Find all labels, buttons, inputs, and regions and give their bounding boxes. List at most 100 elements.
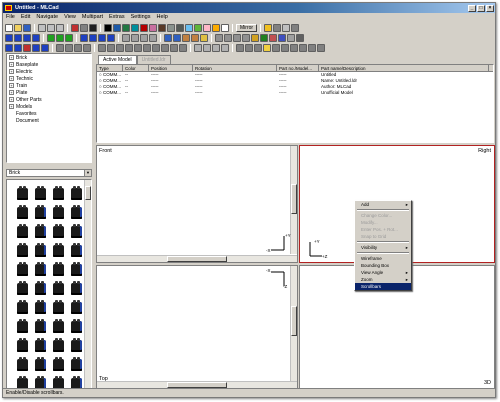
tb1-icon-17[interactable] <box>149 24 157 32</box>
menu-edit[interactable]: Edit <box>21 13 30 22</box>
top-horizontal-scrollbar[interactable] <box>97 381 297 388</box>
tb2-icon-7[interactable] <box>65 34 73 42</box>
tb1-icon-18[interactable] <box>158 24 166 32</box>
tb3-icon-13[interactable] <box>116 44 124 52</box>
tb1-icon-16[interactable] <box>140 24 148 32</box>
tb2-icon-31[interactable] <box>269 34 277 42</box>
part-thumbnail[interactable] <box>35 224 46 238</box>
column-header[interactable]: Color <box>123 65 149 71</box>
menu-navigate[interactable]: Navigate <box>36 13 58 22</box>
tree-item-favorites[interactable]: Favorites <box>9 111 89 118</box>
tb3-icon-28[interactable] <box>245 44 253 52</box>
column-header[interactable]: Part name/Description <box>319 65 489 71</box>
tb2-icon-9[interactable] <box>80 34 88 42</box>
tree-item-technic[interactable]: + Technic <box>9 76 89 83</box>
tb2-icon-32[interactable] <box>278 34 286 42</box>
menu-extras[interactable]: Extras <box>109 13 125 22</box>
tb1-extra-icon-2[interactable] <box>282 24 291 32</box>
part-thumbnail[interactable] <box>53 224 64 238</box>
tb2-icon-0[interactable] <box>5 34 13 42</box>
tb2-icon-23[interactable] <box>200 34 208 42</box>
part-thumbnail[interactable] <box>17 205 28 219</box>
part-thumbnail[interactable] <box>53 186 64 200</box>
tb1-icon-21[interactable] <box>185 24 193 32</box>
tb3-icon-2[interactable] <box>23 44 31 52</box>
tb2-icon-26[interactable] <box>224 34 232 42</box>
part-thumbnail[interactable] <box>53 319 64 333</box>
tb3-icon-35[interactable] <box>308 44 316 52</box>
menu-help[interactable]: Help <box>156 13 167 22</box>
tree-item-document[interactable]: Document <box>9 118 89 125</box>
context-item-zoom[interactable]: Zoom ▸ <box>355 276 411 283</box>
tb3-icon-24[interactable] <box>212 44 220 52</box>
tb3-icon-11[interactable] <box>98 44 106 52</box>
part-thumbnail[interactable] <box>35 281 46 295</box>
tb2-icon-17[interactable] <box>149 34 157 42</box>
tb3-icon-8[interactable] <box>74 44 82 52</box>
tab-active-model[interactable]: Active Model <box>98 55 137 64</box>
part-thumbnail[interactable] <box>71 319 82 333</box>
tb2-icon-34[interactable] <box>296 34 304 42</box>
tb1-icon-25[interactable] <box>221 24 229 32</box>
tb2-icon-25[interactable] <box>215 34 223 42</box>
column-header[interactable]: Rotation <box>193 65 277 71</box>
context-item-bounding-box[interactable]: Bounding Box <box>355 262 411 269</box>
tab-untitled-ldr[interactable]: Untitled.ldr <box>136 55 171 64</box>
part-thumbnail[interactable] <box>17 243 28 257</box>
part-thumbnail[interactable] <box>17 300 28 314</box>
tb3-icon-7[interactable] <box>65 44 73 52</box>
tb2-icon-15[interactable] <box>131 34 139 42</box>
viewport-front[interactable]: Front +Y -X <box>96 145 298 263</box>
scrollbar-thumb[interactable] <box>291 306 297 336</box>
expand-icon[interactable]: + <box>9 76 14 82</box>
tb2-icon-14[interactable] <box>122 34 130 42</box>
tb2-icon-30[interactable] <box>260 34 268 42</box>
expand-icon[interactable]: + <box>9 55 14 61</box>
part-thumbnail[interactable] <box>71 205 82 219</box>
tb1-icon-13[interactable] <box>113 24 121 32</box>
part-thumbnail[interactable] <box>35 357 46 371</box>
part-thumbnail[interactable] <box>71 224 82 238</box>
part-thumbnail[interactable] <box>17 262 28 276</box>
context-item-wireframe[interactable]: Wireframe <box>355 255 411 262</box>
column-header[interactable]: Type <box>97 65 123 71</box>
tb3-icon-19[interactable] <box>170 44 178 52</box>
tb1-icon-8[interactable] <box>71 24 79 32</box>
tb3-icon-34[interactable] <box>299 44 307 52</box>
part-thumbnail[interactable] <box>35 262 46 276</box>
menu-settings[interactable]: Settings <box>131 13 151 22</box>
tb3-icon-30[interactable] <box>263 44 271 52</box>
context-item-visibility[interactable]: Visibility ▸ <box>355 244 411 251</box>
tb3-icon-31[interactable] <box>272 44 280 52</box>
tb2-icon-29[interactable] <box>251 34 259 42</box>
parts-tree[interactable]: + Brick + Baseplate + Electric + Technic + Train +… <box>6 53 92 163</box>
tb3-icon-6[interactable] <box>56 44 64 52</box>
tb2-icon-11[interactable] <box>98 34 106 42</box>
context-item-add[interactable]: Add ▸ <box>355 201 411 208</box>
part-thumbnail[interactable] <box>53 300 64 314</box>
tb2-icon-21[interactable] <box>182 34 190 42</box>
tree-item-electric[interactable]: + Electric <box>9 69 89 76</box>
menu-file[interactable]: File <box>6 13 15 22</box>
part-thumbnail[interactable] <box>17 281 28 295</box>
tb1-icon-24[interactable] <box>212 24 220 32</box>
tb1-icon-0[interactable] <box>5 24 13 32</box>
tb3-icon-0[interactable] <box>5 44 13 52</box>
tb2-icon-19[interactable] <box>164 34 172 42</box>
part-thumbnail[interactable] <box>17 224 28 238</box>
part-thumbnail[interactable] <box>71 357 82 371</box>
chevron-down-icon[interactable]: ▼ <box>84 170 91 176</box>
tb1-icon-10[interactable] <box>89 24 97 32</box>
tb3-icon-25[interactable] <box>221 44 229 52</box>
tb2-icon-28[interactable] <box>242 34 250 42</box>
tb2-icon-1[interactable] <box>14 34 22 42</box>
tree-item-other-parts[interactable]: + Other Parts <box>9 97 89 104</box>
tb3-icon-1[interactable] <box>14 44 22 52</box>
front-horizontal-scrollbar[interactable] <box>97 255 297 262</box>
part-thumbnail[interactable] <box>17 357 28 371</box>
part-thumbnail[interactable] <box>17 338 28 352</box>
tb3-icon-14[interactable] <box>125 44 133 52</box>
menu-multipart[interactable]: Multipart <box>82 13 103 22</box>
tb1-icon-23[interactable] <box>203 24 211 32</box>
expand-icon[interactable]: + <box>9 69 14 75</box>
